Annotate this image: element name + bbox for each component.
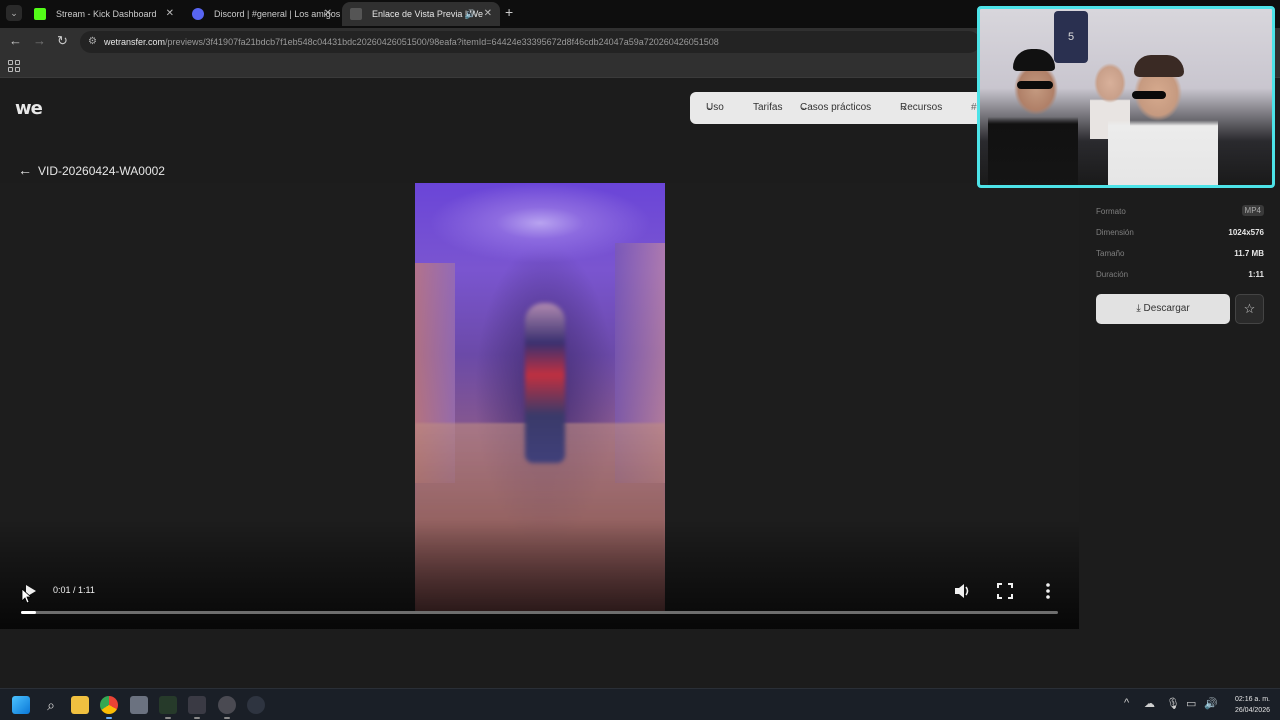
file-title: VID-20260424-WA0002 [38, 164, 165, 178]
sunglasses [1132, 91, 1166, 99]
taskbar: ⌕ ^ ☁ 🎙 ▭ 🔊 02:16 a. m. 26/04/2026 [0, 688, 1280, 720]
download-icon: ⤓ [1136, 303, 1141, 314]
volume-tray-icon[interactable]: 🔊 [1204, 697, 1218, 710]
file-explorer-icon[interactable] [71, 696, 89, 714]
webcam-overlay: 5 [977, 6, 1275, 188]
search-icon[interactable]: ⌕ [42, 696, 60, 714]
more-options-icon[interactable] [1038, 581, 1058, 601]
detail-row-format: Formato MP4 [1096, 203, 1266, 224]
volume-icon[interactable] [952, 581, 972, 601]
detail-row-size: Tamaño 11.7 MB [1096, 249, 1264, 258]
chevron-up-icon[interactable]: ^ [1124, 697, 1129, 709]
clock[interactable]: 02:16 a. m. 26/04/2026 [1235, 694, 1270, 716]
wetransfer-logo[interactable]: we [15, 98, 43, 119]
tab-kick[interactable]: Stream - Kick Dashboard ✕ [26, 2, 182, 26]
close-icon[interactable]: ✕ [484, 2, 492, 26]
windows-start-icon[interactable] [12, 696, 30, 714]
new-tab-icon[interactable]: + [505, 4, 513, 20]
nav-recursos[interactable]: Recursos ⌄ [900, 92, 942, 124]
tab-title: Stream - Kick Dashboard [56, 9, 157, 19]
network-icon[interactable]: ▭ [1186, 697, 1196, 710]
detail-row-dimension: Dimensión 1024x576 [1096, 228, 1264, 237]
download-label: Descargar [1143, 303, 1190, 314]
screen: ⌄ Stream - Kick Dashboard ✕ Discord | #g… [0, 0, 1280, 720]
tab-search-icon[interactable]: ⌄ [6, 5, 22, 21]
app-icon[interactable] [159, 696, 177, 714]
tab-discord[interactable]: Discord | #general | Los amigos ✕ [184, 2, 340, 26]
back-icon[interactable]: ← [9, 33, 22, 48]
kick-favicon-icon [34, 8, 46, 20]
store-icon[interactable] [130, 696, 148, 714]
microphone-icon[interactable]: 🎙 [1166, 697, 1180, 710]
star-icon: ☆ [1243, 301, 1256, 316]
video-player[interactable]: 0:01 / 1:11 [0, 183, 1079, 629]
nav-casos[interactable]: Casos prácticos ⌄ [800, 92, 871, 124]
site-nav: Uso ⌄ Tarifas Casos prácticos ⌄ Recursos… [690, 92, 990, 124]
wetransfer-favicon-icon [350, 8, 362, 20]
tab-wetransfer[interactable]: Enlace de Vista Previa | We 🔊 ✕ [342, 2, 500, 26]
url-path: /previews/3f41907fa21bdcb7f1eb548c04431b… [165, 37, 719, 47]
forward-icon[interactable]: → [33, 33, 46, 48]
tab-title: Discord | #general | Los amigos [214, 9, 340, 19]
detail-row-duration: Duración 1:11 [1096, 270, 1264, 279]
nav-uso[interactable]: Uso ⌄ [706, 92, 724, 124]
download-button[interactable]: ⤓ Descargar [1096, 294, 1230, 324]
nav-tarifas[interactable]: Tarifas [753, 92, 782, 124]
fullscreen-icon[interactable] [995, 581, 1015, 601]
progress-fill [21, 611, 36, 614]
obs-icon[interactable] [218, 696, 236, 714]
person-right [1108, 53, 1218, 185]
close-icon[interactable]: ✕ [324, 2, 332, 26]
sunglasses [1017, 81, 1053, 89]
person-left [988, 47, 1078, 185]
mouse-cursor-icon [21, 588, 32, 604]
chrome-icon[interactable] [100, 696, 118, 714]
reload-icon[interactable]: ↻ [57, 33, 68, 49]
playback-time: 0:01 / 1:11 [53, 585, 95, 595]
progress-bar[interactable] [21, 611, 1058, 614]
discord-favicon-icon [192, 8, 204, 20]
streamlabs-icon[interactable] [188, 696, 206, 714]
apps-grid-icon[interactable] [8, 60, 20, 72]
nav-more-icon[interactable]: # [971, 92, 977, 124]
cloud-icon[interactable]: ☁ [1144, 697, 1155, 710]
back-arrow-icon[interactable]: ← [18, 162, 32, 178]
speaker-icon[interactable]: 🔊 [465, 2, 476, 26]
favorite-button[interactable]: ☆ [1235, 294, 1264, 324]
file-title-row[interactable]: ← VID-20260424-WA0002 [18, 162, 165, 178]
app-icon[interactable] [247, 696, 265, 714]
file-details: Formato MP4 Dimensión 1024x576 Tamaño 11… [1096, 203, 1266, 287]
site-settings-icon[interactable]: ⚙ [88, 31, 97, 53]
address-bar[interactable]: ⚙ wetransfer.com/previews/3f41907fa21bdc… [80, 31, 980, 53]
url-host: wetransfer.com [104, 37, 166, 47]
close-icon[interactable]: ✕ [166, 2, 174, 26]
